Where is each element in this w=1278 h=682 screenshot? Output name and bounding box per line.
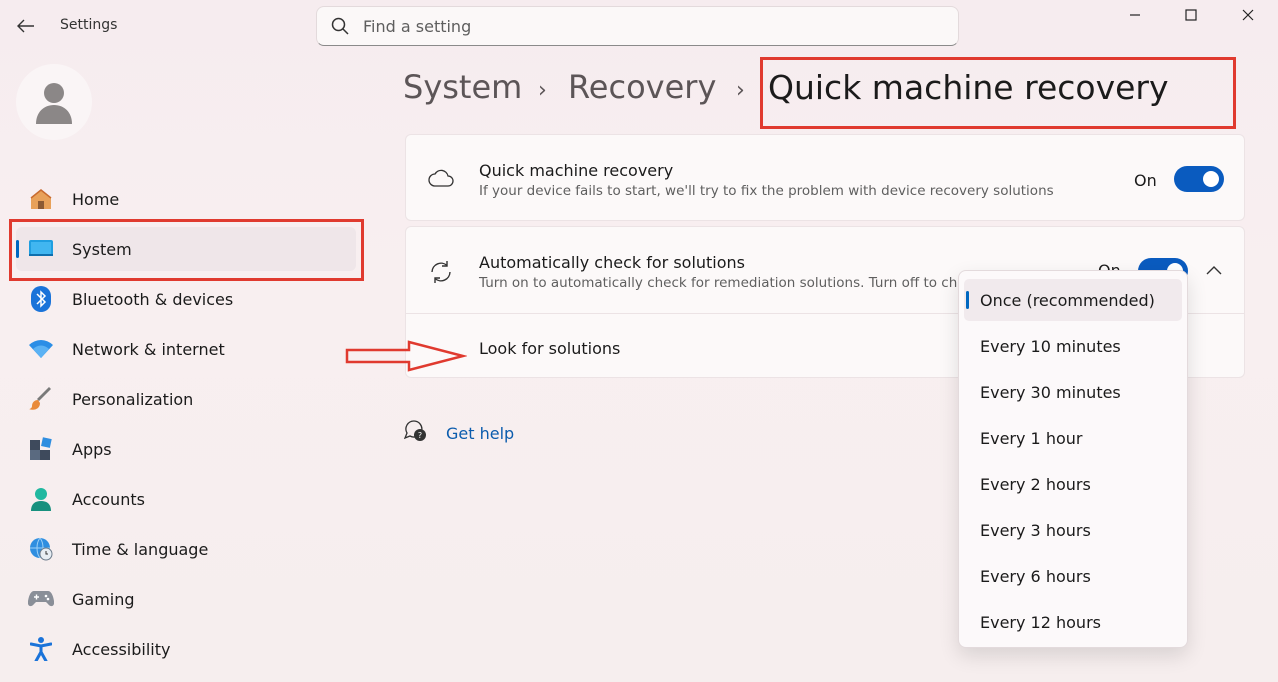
annotation-arrow-icon: [345, 340, 467, 372]
chevron-up-icon[interactable]: [1206, 265, 1222, 275]
accessibility-icon: [28, 636, 54, 662]
frequency-dropdown: Once (recommended) Every 10 minutes Ever…: [958, 270, 1188, 648]
card-title: Quick machine recovery: [479, 161, 674, 180]
sidebar-item-gaming[interactable]: Gaming: [16, 577, 356, 621]
dropdown-option[interactable]: Every 1 hour: [964, 417, 1182, 459]
search-box[interactable]: [316, 6, 959, 46]
breadcrumb-separator: ›: [736, 78, 745, 103]
sidebar-item-network[interactable]: Network & internet: [16, 327, 356, 371]
maximize-button[interactable]: [1168, 4, 1214, 26]
card-subtitle: If your device fails to start, we'll try…: [479, 183, 1054, 199]
sidebar-item-apps[interactable]: Apps: [16, 427, 356, 471]
sidebar-item-label: Time & language: [72, 539, 209, 559]
sync-icon: [431, 261, 451, 283]
look-for-solutions-label: Look for solutions: [479, 339, 621, 358]
maximize-icon: [1185, 9, 1197, 21]
minimize-icon: [1130, 14, 1140, 16]
brush-icon: [28, 386, 54, 412]
help-chat-icon: ?: [404, 420, 426, 441]
bluetooth-icon: [28, 286, 54, 312]
sidebar-item-label: Bluetooth & devices: [72, 289, 234, 309]
dropdown-option[interactable]: Every 3 hours: [964, 509, 1182, 551]
card-title: Automatically check for solutions: [479, 253, 746, 272]
back-arrow-icon: [17, 19, 34, 33]
minimize-button[interactable]: [1112, 4, 1158, 26]
sidebar-item-accessibility[interactable]: Accessibility: [16, 627, 356, 671]
sidebar-item-time-language[interactable]: Time & language: [16, 527, 356, 571]
toggle-knob: [1203, 171, 1219, 187]
card-quick-machine-recovery: Quick machine recovery If your device fa…: [405, 134, 1245, 221]
dropdown-option[interactable]: Every 30 minutes: [964, 371, 1182, 413]
breadcrumb-recovery[interactable]: Recovery: [568, 68, 716, 106]
dropdown-option[interactable]: Every 2 hours: [964, 463, 1182, 505]
back-button[interactable]: [10, 12, 42, 40]
close-icon: [1242, 9, 1254, 21]
dropdown-option[interactable]: Every 10 minutes: [964, 325, 1182, 367]
person-icon: [28, 486, 54, 512]
sidebar-item-accounts[interactable]: Accounts: [16, 477, 356, 521]
sidebar-item-label: Personalization: [72, 389, 194, 409]
search-icon: [331, 17, 349, 35]
close-button[interactable]: [1225, 4, 1271, 26]
card-subtitle: Turn on to automatically check for remed…: [479, 275, 958, 291]
svg-text:?: ?: [418, 431, 422, 440]
sidebar-item-label: Apps: [72, 439, 112, 459]
sidebar-item-label: Accounts: [72, 489, 145, 509]
search-input[interactable]: [363, 16, 923, 36]
home-icon: [28, 186, 54, 212]
sidebar-item-home[interactable]: Home: [16, 177, 356, 221]
toggle-state-label: On: [1134, 171, 1157, 190]
apps-icon: [28, 436, 54, 462]
gamepad-icon: [28, 586, 54, 612]
breadcrumb-system[interactable]: System: [403, 68, 522, 106]
annotation-box-title: [760, 57, 1236, 129]
sidebar-item-label: Home: [72, 189, 120, 209]
breadcrumb-separator: ›: [538, 78, 547, 103]
sidebar-item-label: Gaming: [72, 589, 135, 609]
globe-clock-icon: [28, 536, 54, 562]
user-silhouette-icon: [36, 83, 72, 124]
dropdown-option[interactable]: Once (recommended): [964, 279, 1182, 321]
sidebar-item-label: Network & internet: [72, 339, 225, 359]
dropdown-option[interactable]: Every 6 hours: [964, 555, 1182, 597]
get-help-link[interactable]: Get help: [446, 424, 514, 443]
app-title: Settings: [60, 17, 118, 33]
dropdown-option[interactable]: Every 12 hours: [964, 601, 1182, 643]
sidebar-item-personalization[interactable]: Personalization: [16, 377, 356, 421]
cloud-icon: [428, 169, 454, 187]
sidebar-item-bluetooth[interactable]: Bluetooth & devices: [16, 277, 356, 321]
avatar[interactable]: [16, 64, 92, 140]
sidebar-item-label: Accessibility: [72, 639, 171, 659]
wifi-icon: [28, 336, 54, 362]
annotation-box-system: [9, 219, 364, 281]
qmr-toggle[interactable]: [1174, 166, 1224, 192]
